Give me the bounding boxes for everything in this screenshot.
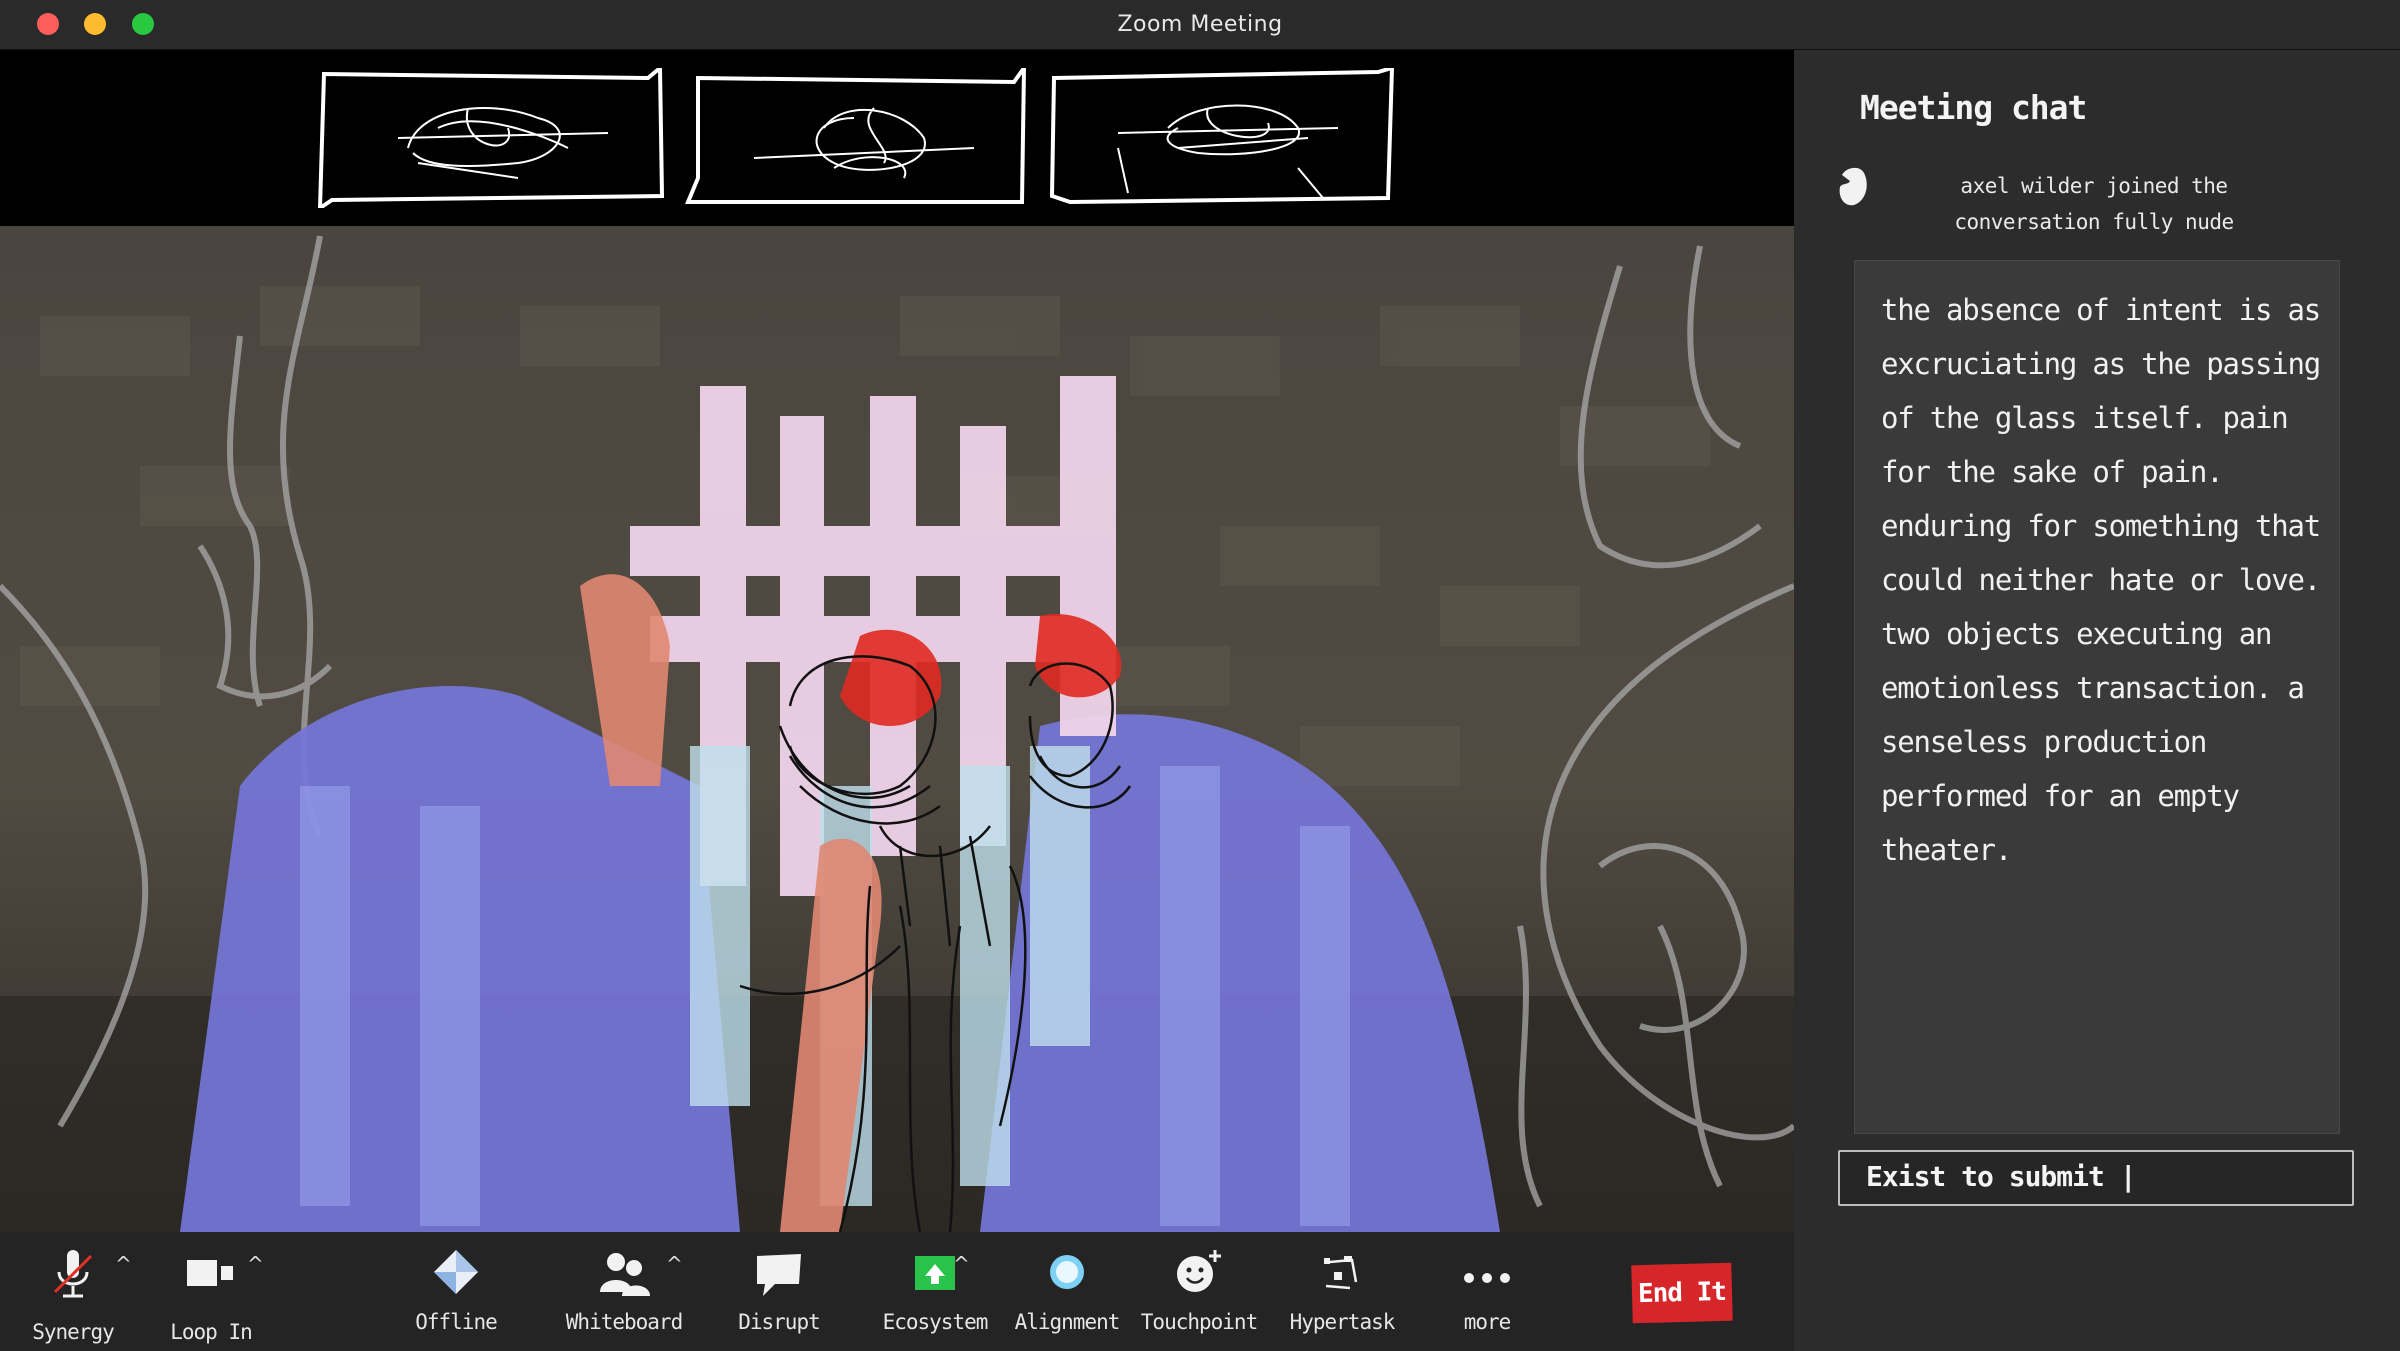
microphone-muted-icon — [53, 1250, 93, 1298]
loopin-options-caret[interactable]: ^ — [247, 1252, 264, 1276]
ecosystem-options-caret[interactable]: ^ — [953, 1252, 970, 1276]
chat-panel: Meeting chat axel wilder joined the conv… — [1794, 50, 2400, 1351]
smiley-plus-icon — [1177, 1250, 1221, 1292]
apps-icon — [1324, 1256, 1358, 1290]
participant-thumbnail[interactable] — [1048, 68, 1398, 208]
synergy-label: Synergy — [32, 1320, 115, 1344]
hypertask-label: Hypertask — [1289, 1310, 1396, 1334]
chat-input[interactable]: Exist to submit | — [1838, 1150, 2354, 1206]
chat-title: Meeting chat — [1860, 88, 2087, 127]
synergy-options-caret[interactable]: ^ — [115, 1252, 132, 1276]
participant-thumbnail[interactable] — [318, 68, 666, 208]
window-titlebar: Zoom Meeting — [0, 0, 2400, 50]
video-camera-icon — [187, 1260, 233, 1286]
ecosystem-button[interactable]: Ecosystem — [870, 1244, 1000, 1344]
touchpoint-label: Touchpoint — [1140, 1310, 1258, 1334]
disrupt-label: Disrupt — [738, 1310, 821, 1334]
circle-icon — [1050, 1255, 1084, 1289]
end-meeting-button[interactable]: End It — [1631, 1262, 1733, 1324]
participants-icon — [600, 1253, 650, 1296]
diamond-arrows-icon — [434, 1250, 478, 1294]
speaker-painting — [0, 226, 1794, 1232]
active-speaker-video — [0, 226, 1794, 1232]
touchpoint-button[interactable]: Touchpoint — [1134, 1244, 1264, 1344]
alignment-button[interactable]: Alignment — [1002, 1244, 1132, 1344]
offline-button[interactable]: Offline — [391, 1244, 521, 1344]
participant-thumbnail[interactable] — [684, 68, 1030, 208]
chat-message-bubble: the absence of intent is as excruciating… — [1854, 260, 2340, 1134]
meeting-stage — [0, 50, 1794, 1232]
whiteboard-options-caret[interactable]: ^ — [666, 1252, 683, 1276]
meeting-toolbar: Synergy ^ Loop In ^ Offline Whiteboard ^… — [0, 1232, 1794, 1351]
disrupt-button[interactable]: Disrupt — [714, 1244, 844, 1344]
window-title: Zoom Meeting — [1117, 12, 1283, 37]
hypertask-button[interactable]: Hypertask — [1277, 1244, 1407, 1344]
system-message: axel wilder joined the conversation full… — [1954, 174, 2234, 234]
more-button[interactable]: more — [1422, 1244, 1552, 1344]
alignment-label: Alignment — [1014, 1310, 1121, 1334]
dots-icon — [1464, 1273, 1510, 1283]
ecosystem-label: Ecosystem — [882, 1310, 989, 1334]
user-avatar-icon — [1839, 167, 1867, 206]
loopin-label: Loop In — [170, 1320, 253, 1344]
whiteboard-label: Whiteboard — [565, 1310, 683, 1334]
speech-bubble-icon — [757, 1254, 801, 1296]
chat-message-text: the absence of intent is as excruciating… — [1881, 293, 2321, 867]
participant-thumbnail-strip — [0, 50, 1794, 226]
offline-label: Offline — [415, 1310, 498, 1334]
more-label: more — [1463, 1310, 1512, 1334]
